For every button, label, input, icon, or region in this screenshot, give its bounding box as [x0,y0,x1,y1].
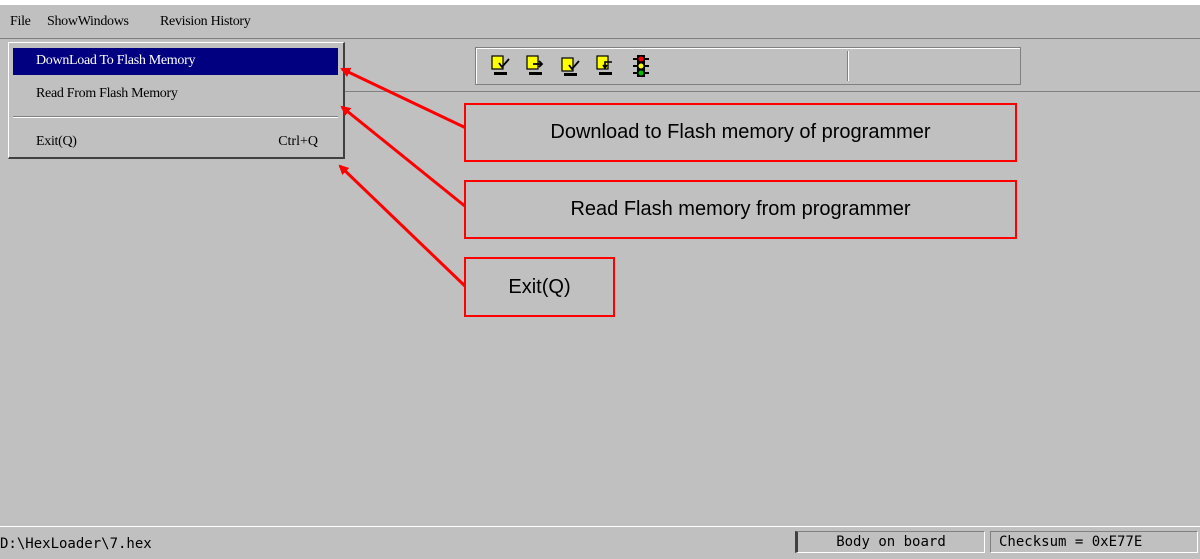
download-arrow-icon[interactable] [524,54,548,78]
traffic-light-icon[interactable] [629,54,653,78]
menu-revision-history[interactable]: Revision History [160,14,251,30]
menu-bar: File ShowWindows Revision History [0,6,1200,39]
read-arrow-icon[interactable] [594,54,618,78]
arrow-to-read [340,105,467,209]
toolbar-area [345,42,1200,92]
menu-item-download-to-flash[interactable]: DownLoad To Flash Memory [13,48,338,75]
read-check-icon[interactable] [559,54,583,78]
menu-item-label: Exit(Q) [36,134,77,149]
file-menu-dropdown: DownLoad To Flash Memory Read From Flash… [8,42,345,159]
status-checksum: Checksum = 0xE77E [990,531,1198,553]
menu-item-exit[interactable]: Exit(Q) Ctrl+Q [13,129,338,156]
arrow-to-exit [338,164,468,289]
toolbar-separator [847,51,848,81]
menu-show-windows[interactable]: ShowWindows [47,14,129,30]
menu-item-read-from-flash[interactable]: Read From Flash Memory [13,81,338,108]
callout-read: Read Flash memory from programmer [464,180,1017,239]
status-board: Body on board [795,531,985,553]
status-bar: D:\HexLoader\7.hex Body on board Checksu… [0,526,1200,559]
callout-download: Download to Flash memory of programmer [464,103,1017,162]
menu-separator [13,116,338,118]
callout-exit: Exit(Q) [464,257,615,317]
window-top-edge [0,0,1200,5]
menu-item-label: DownLoad To Flash Memory [36,53,196,68]
status-file-path: D:\HexLoader\7.hex [0,536,152,552]
menu-file[interactable]: File [10,14,31,30]
download-check-icon[interactable] [489,54,513,78]
menu-item-label: Read From Flash Memory [36,86,178,101]
menu-item-shortcut: Ctrl+Q [278,134,318,149]
toolbar [475,47,1021,85]
